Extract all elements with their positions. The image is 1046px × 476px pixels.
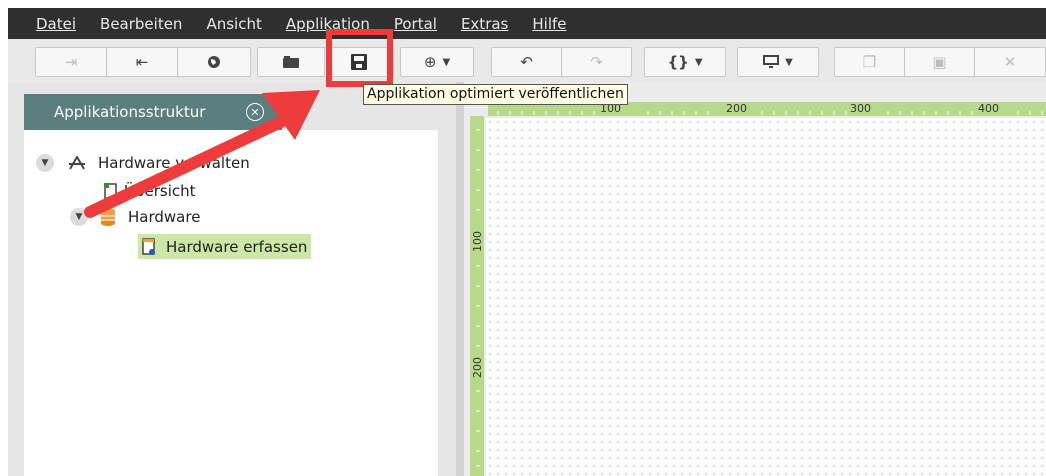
tree-node-label: Hardware <box>128 208 201 226</box>
ruler-label: 400 <box>978 102 999 115</box>
ruler-label: 200 <box>726 102 747 115</box>
tree-node-overview[interactable]: Übersicht <box>104 182 196 200</box>
toolbar-group-history: ↶ ↷ <box>491 47 632 77</box>
toolbar-group-script: {} ▼ <box>644 47 726 77</box>
panel-title: Applikationsstruktur <box>54 103 206 121</box>
import-button[interactable]: ⇥ <box>36 48 107 76</box>
panel-tab-header[interactable]: Applikationsstruktur ✕ <box>24 94 282 130</box>
menu-extras[interactable]: Extras <box>449 15 520 33</box>
ruler-label: 100 <box>471 231 484 252</box>
save-tooltip: Applikation optimiert veröffentlichen <box>363 84 628 105</box>
undo-icon: ↶ <box>520 53 533 71</box>
paste-icon: ▣ <box>932 53 947 71</box>
monitor-icon <box>763 55 780 68</box>
preview-dropdown[interactable]: ▼ <box>738 48 818 76</box>
language-dropdown[interactable]: ⊕ ▼ <box>401 48 473 76</box>
structure-panel: Applikationsstruktur ✕ ▼ Hardware verwal… <box>8 82 456 476</box>
export-button[interactable]: ⇤ <box>107 48 178 76</box>
menu-hilfe[interactable]: Hilfe <box>520 15 578 33</box>
tree-node-label: Hardware verwalten <box>98 154 250 172</box>
page-icon <box>104 183 117 199</box>
tree-node-label: Hardware erfassen <box>166 237 308 256</box>
menu-ansicht[interactable]: Ansicht <box>194 15 273 33</box>
paste-button[interactable]: ▣ <box>905 48 975 76</box>
toolbar-group-io: ⇥ ⇤ <box>35 47 251 77</box>
open-button[interactable] <box>258 48 325 76</box>
design-grid[interactable] <box>486 118 1046 476</box>
chevron-down-icon[interactable]: ▼ <box>70 208 88 226</box>
language-globe-icon: ⊕ <box>423 53 437 71</box>
tree-node-root[interactable]: ▼ Hardware verwalten <box>36 154 250 172</box>
splitter[interactable] <box>456 82 464 476</box>
ruler-label: 200 <box>471 357 484 378</box>
structure-tree: ▼ Hardware verwalten Übersicht ▼ Hardwar… <box>24 130 438 476</box>
delete-button[interactable]: ✕ <box>975 48 1045 76</box>
chevron-down-icon: ▼ <box>785 56 793 68</box>
folder-icon <box>283 56 299 68</box>
copy-button[interactable]: ❐ <box>835 48 905 76</box>
tree-node-hardware-erfassen[interactable]: Hardware erfassen <box>138 234 312 259</box>
copy-icon: ❐ <box>862 53 877 71</box>
chevron-down-icon[interactable]: ▼ <box>36 154 54 172</box>
script-dropdown[interactable]: {} ▼ <box>645 48 725 76</box>
menu-datei[interactable]: Datei <box>8 15 88 33</box>
toolbar-group-edit: ❐ ▣ ✕ <box>834 47 1046 77</box>
chevron-down-icon: ▼ <box>694 56 703 68</box>
application-icon <box>69 156 85 170</box>
toolbar-group-preview: ▼ <box>737 47 819 77</box>
ruler-ticks <box>476 129 480 467</box>
sign-out-icon: ⇤ <box>135 53 149 71</box>
close-icon: ✕ <box>1003 53 1017 71</box>
redo-button[interactable]: ↷ <box>562 48 631 76</box>
sign-in-icon: ⇥ <box>64 53 78 71</box>
redo-icon: ↷ <box>590 53 603 71</box>
toolbar: ⇥ ⇤ ⊕ ▼ ↶ ↷ {} ▼ ▼ ❐ ▣ ✕ <box>8 39 1046 83</box>
toolbar-group-language: ⊕ ▼ <box>400 47 474 77</box>
tree-node-label: Übersicht <box>124 182 196 200</box>
web-button[interactable] <box>178 48 250 76</box>
close-icon[interactable]: ✕ <box>246 103 264 121</box>
globe-icon <box>208 56 220 68</box>
app-window: Datei Bearbeiten Ansicht Applikation Por… <box>0 0 1046 476</box>
menu-bearbeiten[interactable]: Bearbeiten <box>88 15 194 33</box>
chevron-down-icon: ▼ <box>442 56 451 68</box>
menubar: Datei Bearbeiten Ansicht Applikation Por… <box>8 8 1046 39</box>
form-icon <box>142 237 155 255</box>
tree-node-hardware[interactable]: ▼ Hardware <box>70 208 200 226</box>
curly-braces-icon: {} <box>667 53 689 71</box>
ruler-vertical: 100 200 <box>470 116 484 476</box>
ruler-label: 300 <box>850 102 871 115</box>
save-button-highlight <box>326 29 393 87</box>
undo-button[interactable]: ↶ <box>492 48 562 76</box>
database-icon <box>101 208 115 226</box>
